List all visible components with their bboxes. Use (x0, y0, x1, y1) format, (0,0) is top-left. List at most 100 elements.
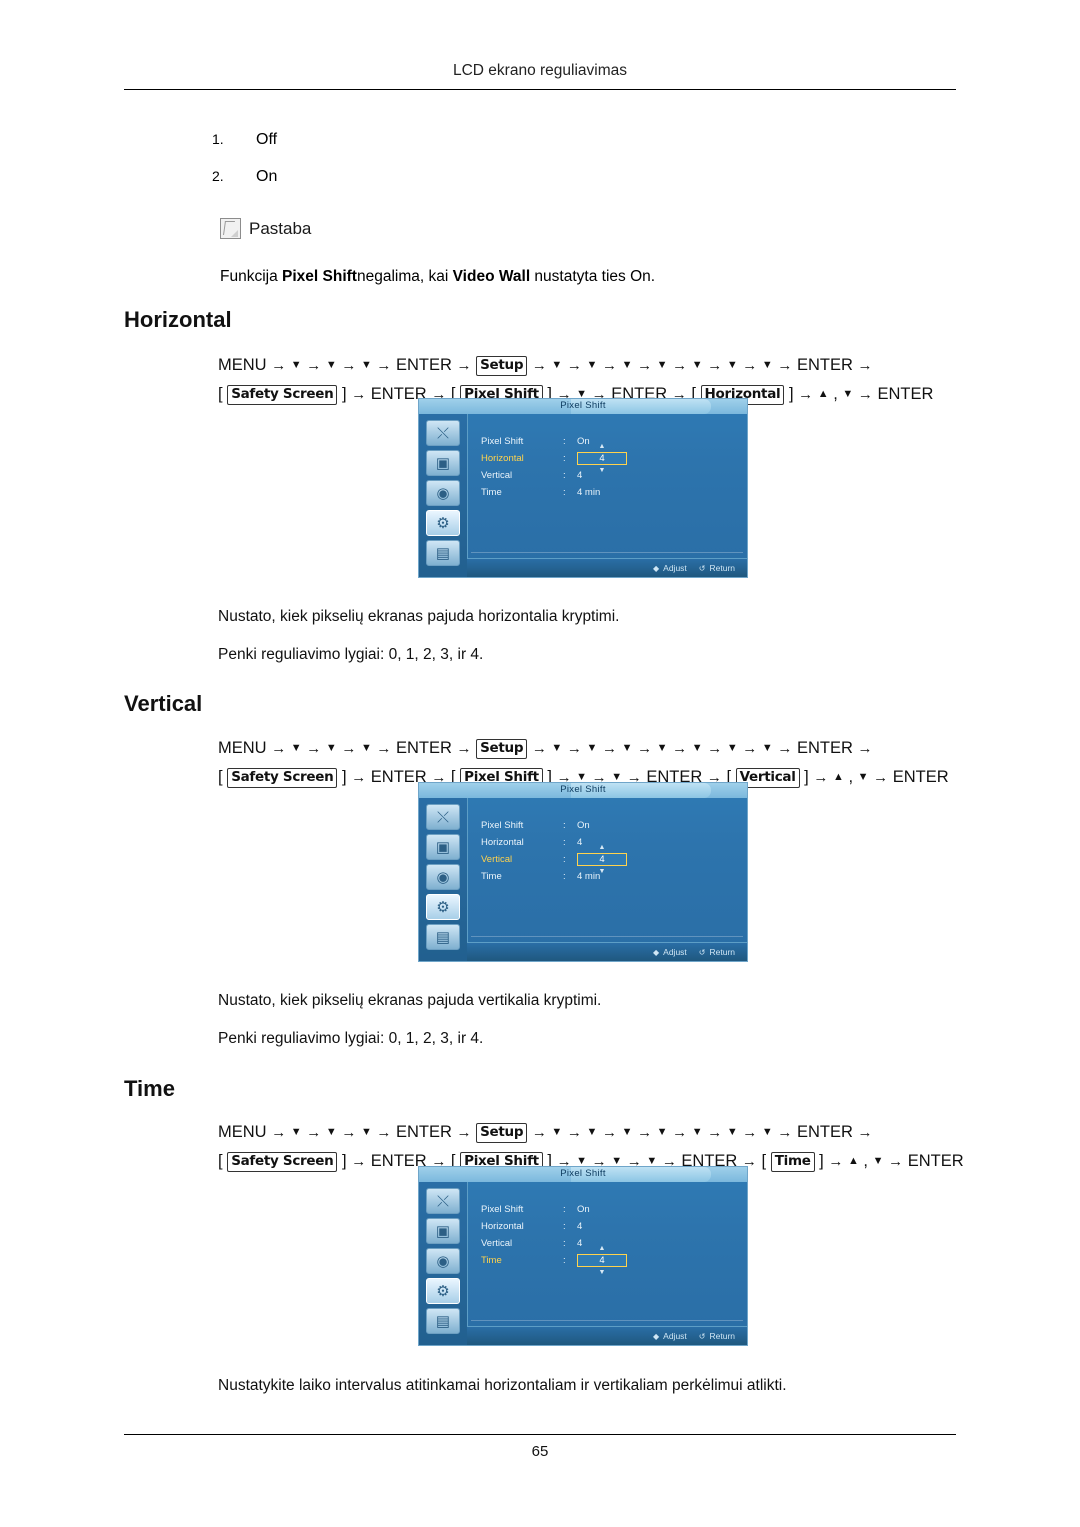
osd-picture-icon[interactable]: ▣ (426, 834, 460, 860)
note-title: Pastaba (249, 218, 312, 238)
menu-token-text: , (863, 1152, 869, 1170)
osd-row-colon: : (563, 854, 566, 865)
menu-token-down-arrow: ▼ (726, 1126, 738, 1138)
osd-row-colon: : (563, 1221, 566, 1232)
osd-menu-items: Pixel Shift:OnHorizontal:4Vertical:4Time… (481, 817, 627, 885)
osd-menu-row[interactable]: Pixel Shift: On (481, 817, 627, 834)
menu-token-arrow: → (376, 1124, 392, 1141)
menu-token-arrow: → (742, 357, 758, 374)
osd-setup-icon[interactable]: ⚙ (426, 510, 460, 536)
menu-token-text: [ (761, 1152, 767, 1170)
osd-sound-icon[interactable]: ◉ (426, 1248, 460, 1274)
menu-token-arrow: → (857, 1124, 873, 1141)
osd-footer-hint: ↺ Return (699, 947, 735, 957)
osd-value-stepper[interactable]: 4 (577, 853, 627, 866)
osd-input-icon[interactable]: ⤬ (426, 804, 460, 830)
menu-token-arrow: → (531, 1124, 547, 1141)
osd-row-colon: : (563, 487, 566, 498)
menu-token-down-arrow: ▼ (761, 742, 773, 754)
menu-token-down-arrow: ▼ (586, 1126, 598, 1138)
menu-token-boxed: Safety Screen (227, 385, 338, 405)
menu-token-down-arrow: ▼ (586, 359, 598, 371)
list-item-label: On (256, 168, 278, 185)
osd-multi-control-icon[interactable]: ▤ (426, 924, 460, 950)
osd-icon-glyph: ◉ (436, 485, 450, 502)
osd-multi-control-icon[interactable]: ▤ (426, 540, 460, 566)
menu-token-down-arrow: ▼ (290, 359, 302, 371)
menu-token-text: [ (218, 1152, 223, 1170)
menu-token-text: ENTER (796, 356, 853, 374)
osd-footer-label: Adjust (663, 1331, 687, 1341)
menu-token-down-arrow: ▼ (726, 359, 738, 371)
menu-token-down-arrow: ▼ (325, 359, 337, 371)
menu-token-down-arrow: ▼ (551, 1126, 563, 1138)
menu-token-arrow: → (376, 357, 392, 374)
osd-menu-row[interactable]: Pixel Shift: On (481, 1201, 627, 1218)
osd-multi-control-icon[interactable]: ▤ (426, 1308, 460, 1334)
osd-footer-label: Adjust (663, 947, 687, 957)
menu-token-arrow: → (566, 1124, 582, 1141)
options-list: 1. Off 2. On (212, 131, 277, 205)
osd-picture-icon[interactable]: ▣ (426, 1218, 460, 1244)
osd-menu-row[interactable]: Vertical:4 (481, 851, 627, 868)
menu-token-arrow: → (531, 357, 547, 374)
osd-setup-icon[interactable]: ⚙ (426, 894, 460, 920)
menu-token-down-arrow: ▼ (872, 1155, 884, 1167)
menu-token-boxed: Safety Screen (227, 768, 338, 788)
osd-footer-glyph-icon: ◆ (653, 563, 660, 573)
osd-footer-label: Adjust (663, 563, 687, 573)
osd-value-stepper[interactable]: 4 (577, 452, 627, 465)
menu-token-text: ENTER (396, 356, 452, 374)
osd-menu-row[interactable]: Time:4 (481, 1252, 627, 1269)
osd-input-icon[interactable]: ⤬ (426, 420, 460, 446)
menu-token-arrow: → (351, 1153, 367, 1170)
osd-row-value: 4 (577, 1221, 583, 1232)
osd-divider (471, 552, 743, 553)
caption-horizontal-2: Penki reguliavimo lygiai: 0, 1, 2, 3, ir… (218, 646, 484, 663)
osd-input-icon[interactable]: ⤬ (426, 1188, 460, 1214)
osd-row-label: Horizontal (481, 453, 524, 464)
menu-path-line: MENU → ▼ → ▼ → ▼ → ENTER → Setup → ▼ → ▼… (218, 1119, 988, 1148)
osd-picture-icon[interactable]: ▣ (426, 450, 460, 476)
osd-row-colon: : (563, 1204, 566, 1215)
menu-token-boxed: Setup (476, 1123, 528, 1143)
menu-token-arrow: → (777, 357, 793, 374)
menu-token-arrow: → (341, 740, 357, 757)
menu-token-arrow: → (857, 357, 873, 374)
menu-token-arrow: → (672, 1124, 688, 1141)
osd-menu-row[interactable]: Time:4 min (481, 484, 627, 501)
menu-token-text: ENTER (796, 1123, 853, 1141)
section-title-vertical: Vertical (124, 691, 203, 716)
menu-token-text: ENTER (396, 1123, 452, 1141)
osd-menu-row[interactable]: Horizontal:4 (481, 1218, 627, 1235)
caption-horizontal-1: Nustato, kiek pikselių ekranas pajuda ho… (218, 608, 620, 625)
osd-value-stepper[interactable]: 4 (577, 1254, 627, 1267)
osd-row-label: Horizontal (481, 837, 524, 848)
menu-token-down-arrow: ▼ (656, 1126, 668, 1138)
osd-row-label: Time (481, 487, 502, 498)
menu-path-line: MENU → ▼ → ▼ → ▼ → ENTER → Setup → ▼ → ▼… (218, 352, 988, 381)
caption-vertical-2: Penki reguliavimo lygiai: 0, 1, 2, 3, ir… (218, 1030, 484, 1047)
menu-token-arrow: → (456, 357, 472, 374)
menu-token-arrow: → (742, 1124, 758, 1141)
menu-token-arrow: → (888, 1153, 904, 1170)
osd-footer-hint: ◆ Adjust (653, 563, 687, 573)
osd-sound-icon[interactable]: ◉ (426, 864, 460, 890)
osd-icon-glyph: ⤬ (436, 808, 449, 826)
menu-token-boxed: Setup (476, 356, 528, 376)
osd-setup-icon[interactable]: ⚙ (426, 1278, 460, 1304)
osd-menu-row[interactable]: Horizontal:4 (481, 450, 627, 467)
osd-icon-glyph: ▣ (435, 839, 451, 856)
menu-token-down-arrow: ▼ (726, 742, 738, 754)
menu-token-down-arrow: ▼ (691, 1126, 703, 1138)
osd-row-colon: : (563, 837, 566, 848)
menu-token-arrow: → (566, 740, 582, 757)
menu-token-arrow: → (306, 357, 322, 374)
menu-token-boxed: Time (770, 1152, 815, 1172)
osd-divider (471, 1320, 743, 1321)
menu-token-arrow: → (601, 357, 617, 374)
menu-token-arrow: → (637, 357, 653, 374)
menu-token-down-arrow: ▼ (551, 359, 563, 371)
osd-sound-icon[interactable]: ◉ (426, 480, 460, 506)
menu-token-down-arrow: ▼ (761, 359, 773, 371)
